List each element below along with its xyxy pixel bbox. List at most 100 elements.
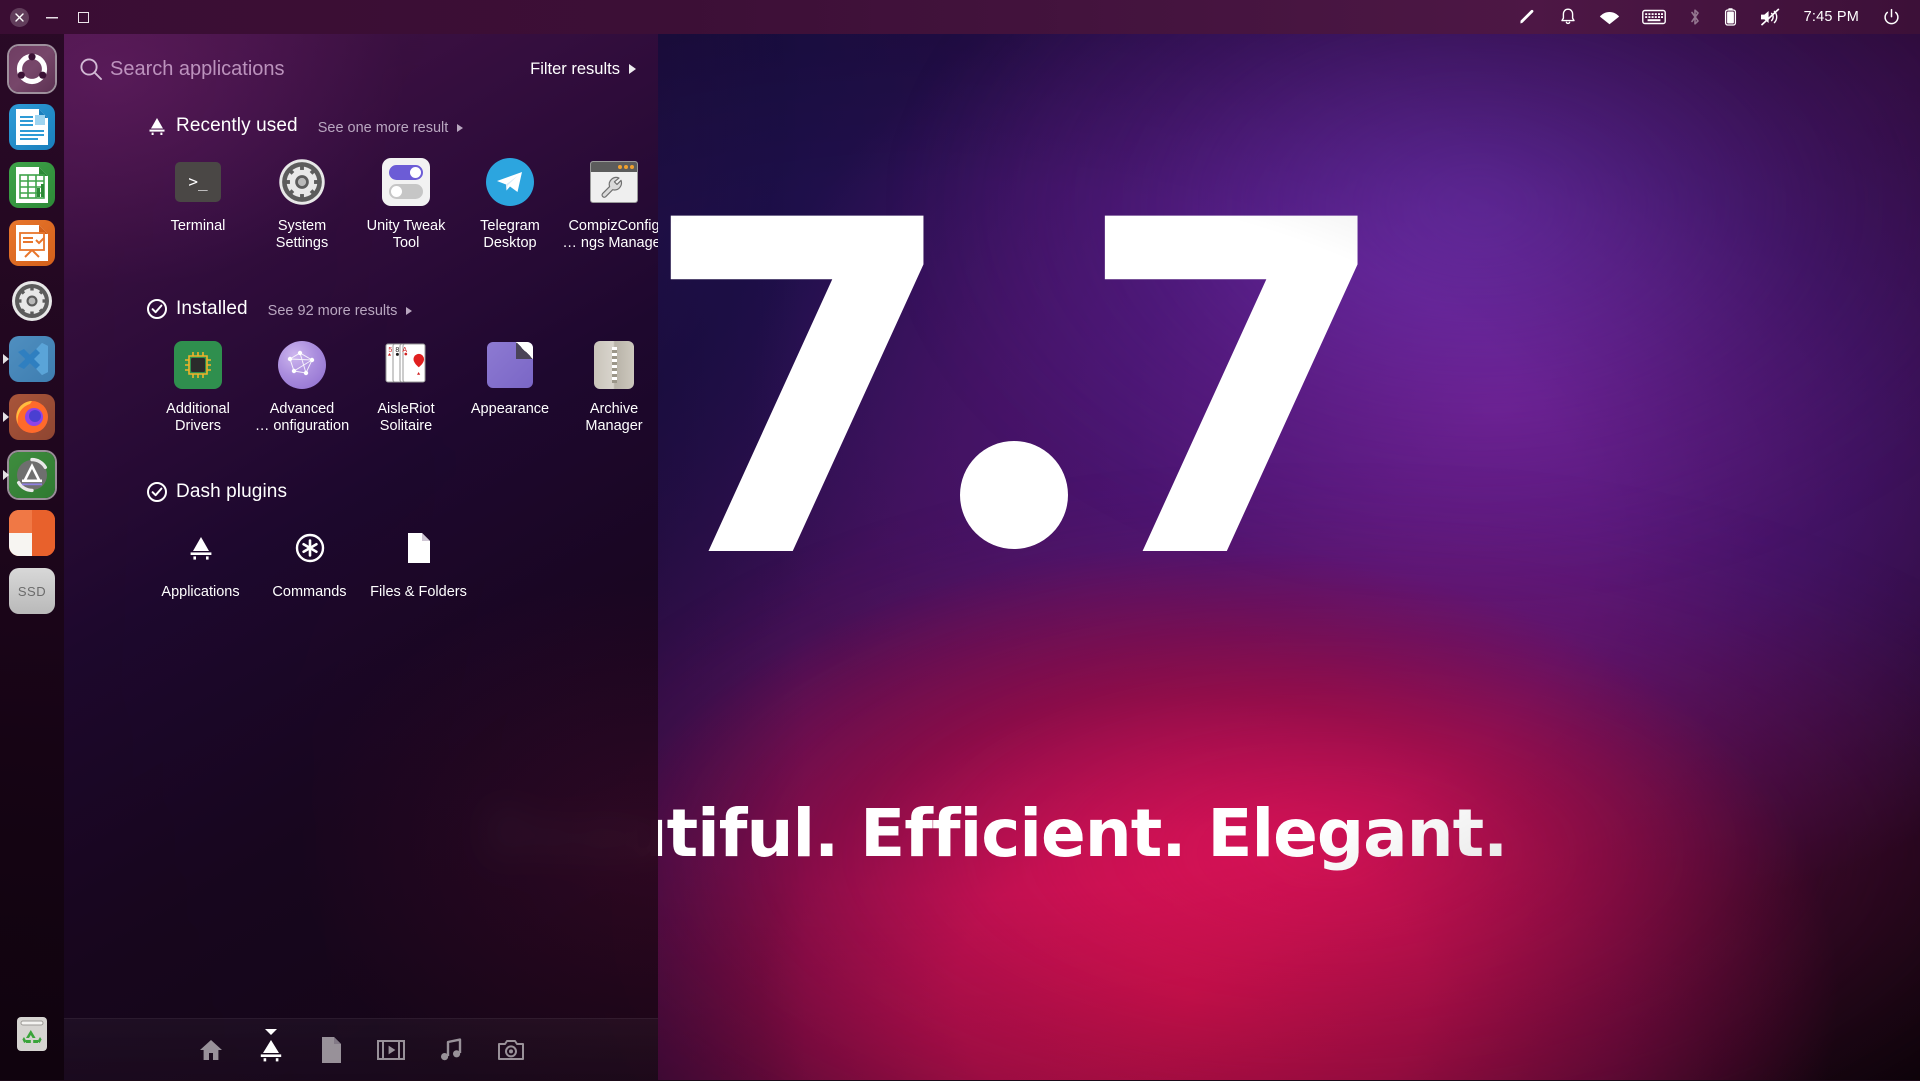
writer-document-icon <box>9 104 55 150</box>
launcher-item-ssd-volume[interactable]: SSD <box>5 562 59 620</box>
chevron-right-icon <box>629 64 636 74</box>
category-see-more-recently-used[interactable]: See one more result <box>318 117 464 136</box>
battery-icon[interactable] <box>1713 0 1748 34</box>
files-icon <box>9 510 55 556</box>
applications-lens-icon <box>146 115 168 137</box>
category-title: Installed <box>176 298 248 320</box>
app-tile-telegram-desktop[interactable]: Telegram Desktop <box>458 156 562 251</box>
app-label: Applications <box>149 584 253 601</box>
category-header-recently-used: Recently used See one more result <box>64 96 658 142</box>
search-input[interactable] <box>110 58 520 81</box>
close-icon[interactable] <box>10 8 29 27</box>
maximize-icon[interactable] <box>74 8 93 27</box>
see-more-label: See one more result <box>318 120 449 136</box>
launcher-item-ubuntu-software[interactable] <box>5 446 59 504</box>
telegram-icon <box>484 156 536 208</box>
app-tile-compizconfig-settings-manager[interactable]: CompizConfig … ngs Manager <box>562 156 658 251</box>
launcher-item-ubuntu-dash[interactable] <box>5 40 59 98</box>
bluetooth-icon[interactable] <box>1677 0 1713 34</box>
app-label: Files & Folders <box>367 584 471 601</box>
impress-presentation-icon <box>9 220 55 266</box>
lens-home[interactable] <box>181 1019 241 1081</box>
unity-dash: Filter results Recently used See one mor… <box>64 34 658 1080</box>
chip-icon <box>172 339 224 391</box>
lens-applications[interactable] <box>241 1019 301 1081</box>
app-label: System Settings <box>250 218 354 251</box>
see-more-label: See 92 more results <box>268 303 398 319</box>
volume-muted-icon[interactable] <box>1748 0 1792 34</box>
document-icon <box>393 522 445 574</box>
appearance-icon <box>484 339 536 391</box>
chevron-right-icon <box>406 307 412 315</box>
category-header-installed: Installed See 92 more results <box>64 279 658 325</box>
app-label: Archive Manager <box>562 401 658 434</box>
category-header-dash-plugins: Dash plugins <box>64 462 658 508</box>
app-tile-aisleriot-solitaire[interactable]: 5 8 A AisleRiot Solitaire <box>354 339 458 434</box>
lens-files[interactable] <box>301 1019 361 1081</box>
launcher-item-trash[interactable] <box>5 1004 59 1062</box>
app-label: Commands <box>258 584 362 601</box>
app-label: AisleRiot Solitaire <box>354 401 458 434</box>
app-tile-commands-plugin[interactable]: Commands <box>255 522 364 601</box>
app-tile-additional-drivers[interactable]: Additional Drivers <box>146 339 250 434</box>
app-label: Terminal <box>146 218 250 235</box>
dash-search-row: Filter results <box>64 42 658 96</box>
launcher-item-firefox[interactable] <box>5 388 59 446</box>
launcher-item-libreoffice-writer[interactable] <box>5 98 59 156</box>
power-icon[interactable] <box>1871 0 1912 34</box>
app-label: Unity Tweak Tool <box>354 218 458 251</box>
ssd-label: SSD <box>18 584 46 599</box>
clock[interactable]: 7:45 PM <box>1792 0 1871 34</box>
app-tile-archive-manager[interactable]: Archive Manager <box>562 339 658 434</box>
app-tile-system-settings[interactable]: System Settings <box>250 156 354 251</box>
ubuntu-software-icon <box>9 452 55 498</box>
app-grid-dash-plugins: Applications Commands <box>64 522 658 601</box>
app-tile-applications-plugin[interactable]: Applications <box>146 522 255 601</box>
unity-launcher: SSD <box>0 34 64 1080</box>
app-tile-files-folders-plugin[interactable]: Files & Folders <box>364 522 473 601</box>
lens-photos[interactable] <box>481 1019 541 1081</box>
notifications-bell-icon[interactable] <box>1548 0 1588 34</box>
stylus-icon[interactable] <box>1506 0 1548 34</box>
playing-cards-icon: 5 8 A <box>380 339 432 391</box>
svg-text:5: 5 <box>388 347 392 354</box>
window-wrench-icon <box>588 156 640 208</box>
launcher-item-libreoffice-calc[interactable] <box>5 156 59 214</box>
app-label: CompizConfig … ngs Manager <box>562 218 658 251</box>
app-grid-installed: Additional Drivers <box>64 339 658 434</box>
app-tile-unity-tweak-tool[interactable]: Unity Tweak Tool <box>354 156 458 251</box>
lens-music[interactable] <box>421 1019 481 1081</box>
toggles-icon <box>380 156 432 208</box>
app-label: Telegram Desktop <box>458 218 562 251</box>
top-panel: 7:45 PM <box>0 0 1920 34</box>
launcher-item-visual-studio-code[interactable] <box>5 330 59 388</box>
chevron-right-icon <box>457 124 463 132</box>
search-icon <box>78 56 104 82</box>
category-title: Recently used <box>176 115 298 137</box>
keyboard-icon[interactable] <box>1631 0 1677 34</box>
window-controls <box>0 8 93 27</box>
gear-icon <box>9 278 55 324</box>
dash-results-body: Recently used See one more result >_ Ter… <box>64 96 658 1018</box>
launcher-item-system-settings[interactable] <box>5 272 59 330</box>
launcher-item-files-orange[interactable] <box>5 504 59 562</box>
app-tile-terminal[interactable]: >_ Terminal <box>146 156 250 251</box>
filter-results-button[interactable]: Filter results <box>520 56 640 83</box>
app-tile-advanced-network-configuration[interactable]: Advanced … onfiguration <box>250 339 354 434</box>
check-circle-icon <box>146 298 168 320</box>
app-label: Additional Drivers <box>146 401 250 434</box>
firefox-icon <box>9 394 55 440</box>
check-circle-icon <box>146 481 168 503</box>
app-label: Appearance <box>458 401 562 418</box>
minimize-icon[interactable] <box>42 8 61 27</box>
app-grid-recently-used: >_ Terminal <box>64 156 658 251</box>
asterisk-circle-icon <box>284 522 336 574</box>
terminal-icon: >_ <box>172 156 224 208</box>
wifi-icon[interactable] <box>1588 0 1631 34</box>
category-title: Dash plugins <box>176 481 287 503</box>
category-see-more-installed[interactable]: See 92 more results <box>268 300 413 319</box>
calc-spreadsheet-icon <box>9 162 55 208</box>
app-tile-appearance[interactable]: Appearance <box>458 339 562 434</box>
launcher-item-libreoffice-impress[interactable] <box>5 214 59 272</box>
lens-video[interactable] <box>361 1019 421 1081</box>
